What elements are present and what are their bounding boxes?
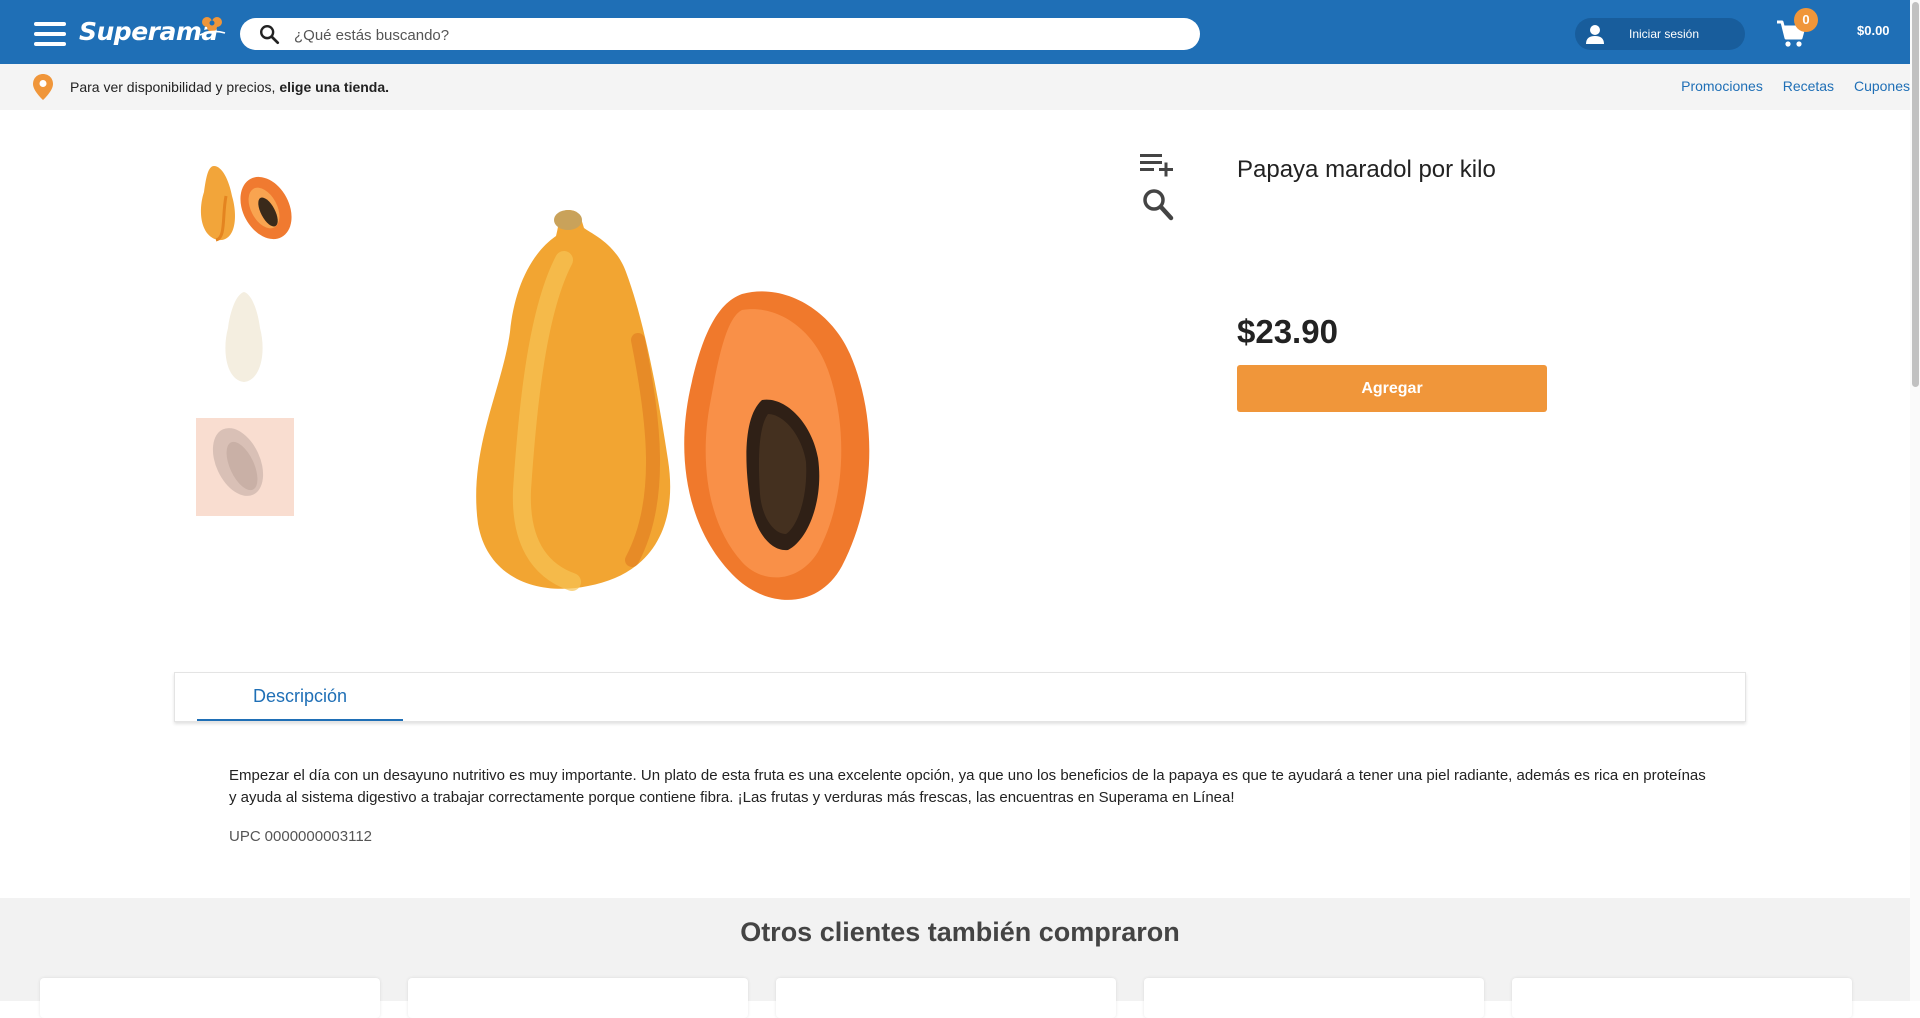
cart-count-badge: 0: [1794, 8, 1818, 32]
superama-logo[interactable]: Superama: [79, 17, 218, 49]
flower-logo-icon: [199, 17, 226, 36]
menu-icon[interactable]: [34, 22, 66, 46]
upc-label: UPC: [229, 828, 261, 845]
tab-description[interactable]: Descripción: [197, 673, 403, 721]
store-selection-bar: Para ver disponibilidad y precios, elige…: [0, 64, 1920, 110]
product-card[interactable]: [40, 978, 380, 1018]
top-links: Promociones Recetas Cupones: [1665, 78, 1910, 94]
product-card[interactable]: [776, 978, 1116, 1018]
user-icon: [1586, 25, 1604, 44]
login-label: Iniciar sesión: [1629, 27, 1700, 41]
product-tabs: Descripción: [174, 672, 1746, 722]
choose-store-link[interactable]: elige una tienda.: [279, 79, 389, 95]
login-button[interactable]: Iniciar sesión: [1575, 18, 1745, 50]
product-price: $23.90: [1237, 313, 1338, 350]
page-scrollbar[interactable]: [1910, 0, 1920, 1001]
search-icon[interactable]: [258, 23, 280, 45]
cupones-link[interactable]: Cupones: [1854, 78, 1910, 94]
top-navigation-bar: Superama Iniciar sesión 0 $0.00: [0, 0, 1920, 64]
search-input[interactable]: [292, 22, 1176, 48]
product-main-image: [476, 210, 870, 600]
product-upc: UPC 0000000003112: [229, 828, 372, 845]
location-pin-icon[interactable]: [32, 73, 54, 101]
upc-value: 0000000003112: [264, 828, 373, 845]
zoom-icon[interactable]: [1142, 188, 1174, 222]
product-description: Empezar el día con un desayuno nutritivo…: [229, 767, 1706, 806]
product-card[interactable]: [1512, 978, 1852, 1018]
search-bar: [240, 18, 1200, 50]
playlist-add-icon[interactable]: [1140, 152, 1174, 178]
recommendations-section: Otros clientes también compraron: [0, 898, 1920, 1018]
store-message-text: Para ver disponibilidad y precios,: [70, 79, 280, 95]
product-title: Papaya maradol por kilo: [1237, 156, 1496, 183]
store-message[interactable]: Para ver disponibilidad y precios, elige…: [70, 79, 389, 95]
product-thumbnail[interactable]: [196, 160, 294, 258]
promociones-link[interactable]: Promociones: [1681, 78, 1763, 94]
recetas-link[interactable]: Recetas: [1783, 78, 1834, 94]
product-thumbnail[interactable]: [196, 288, 294, 386]
product-thumbnail[interactable]: [196, 418, 294, 516]
product-card[interactable]: [408, 978, 748, 1018]
recommendations-title: Otros clientes también compraron: [740, 917, 1180, 947]
product-card[interactable]: [1144, 978, 1484, 1018]
add-to-cart-button[interactable]: Agregar: [1237, 365, 1547, 412]
scrollbar-thumb[interactable]: [1912, 2, 1919, 387]
cart-total[interactable]: $0.00: [1857, 23, 1890, 38]
